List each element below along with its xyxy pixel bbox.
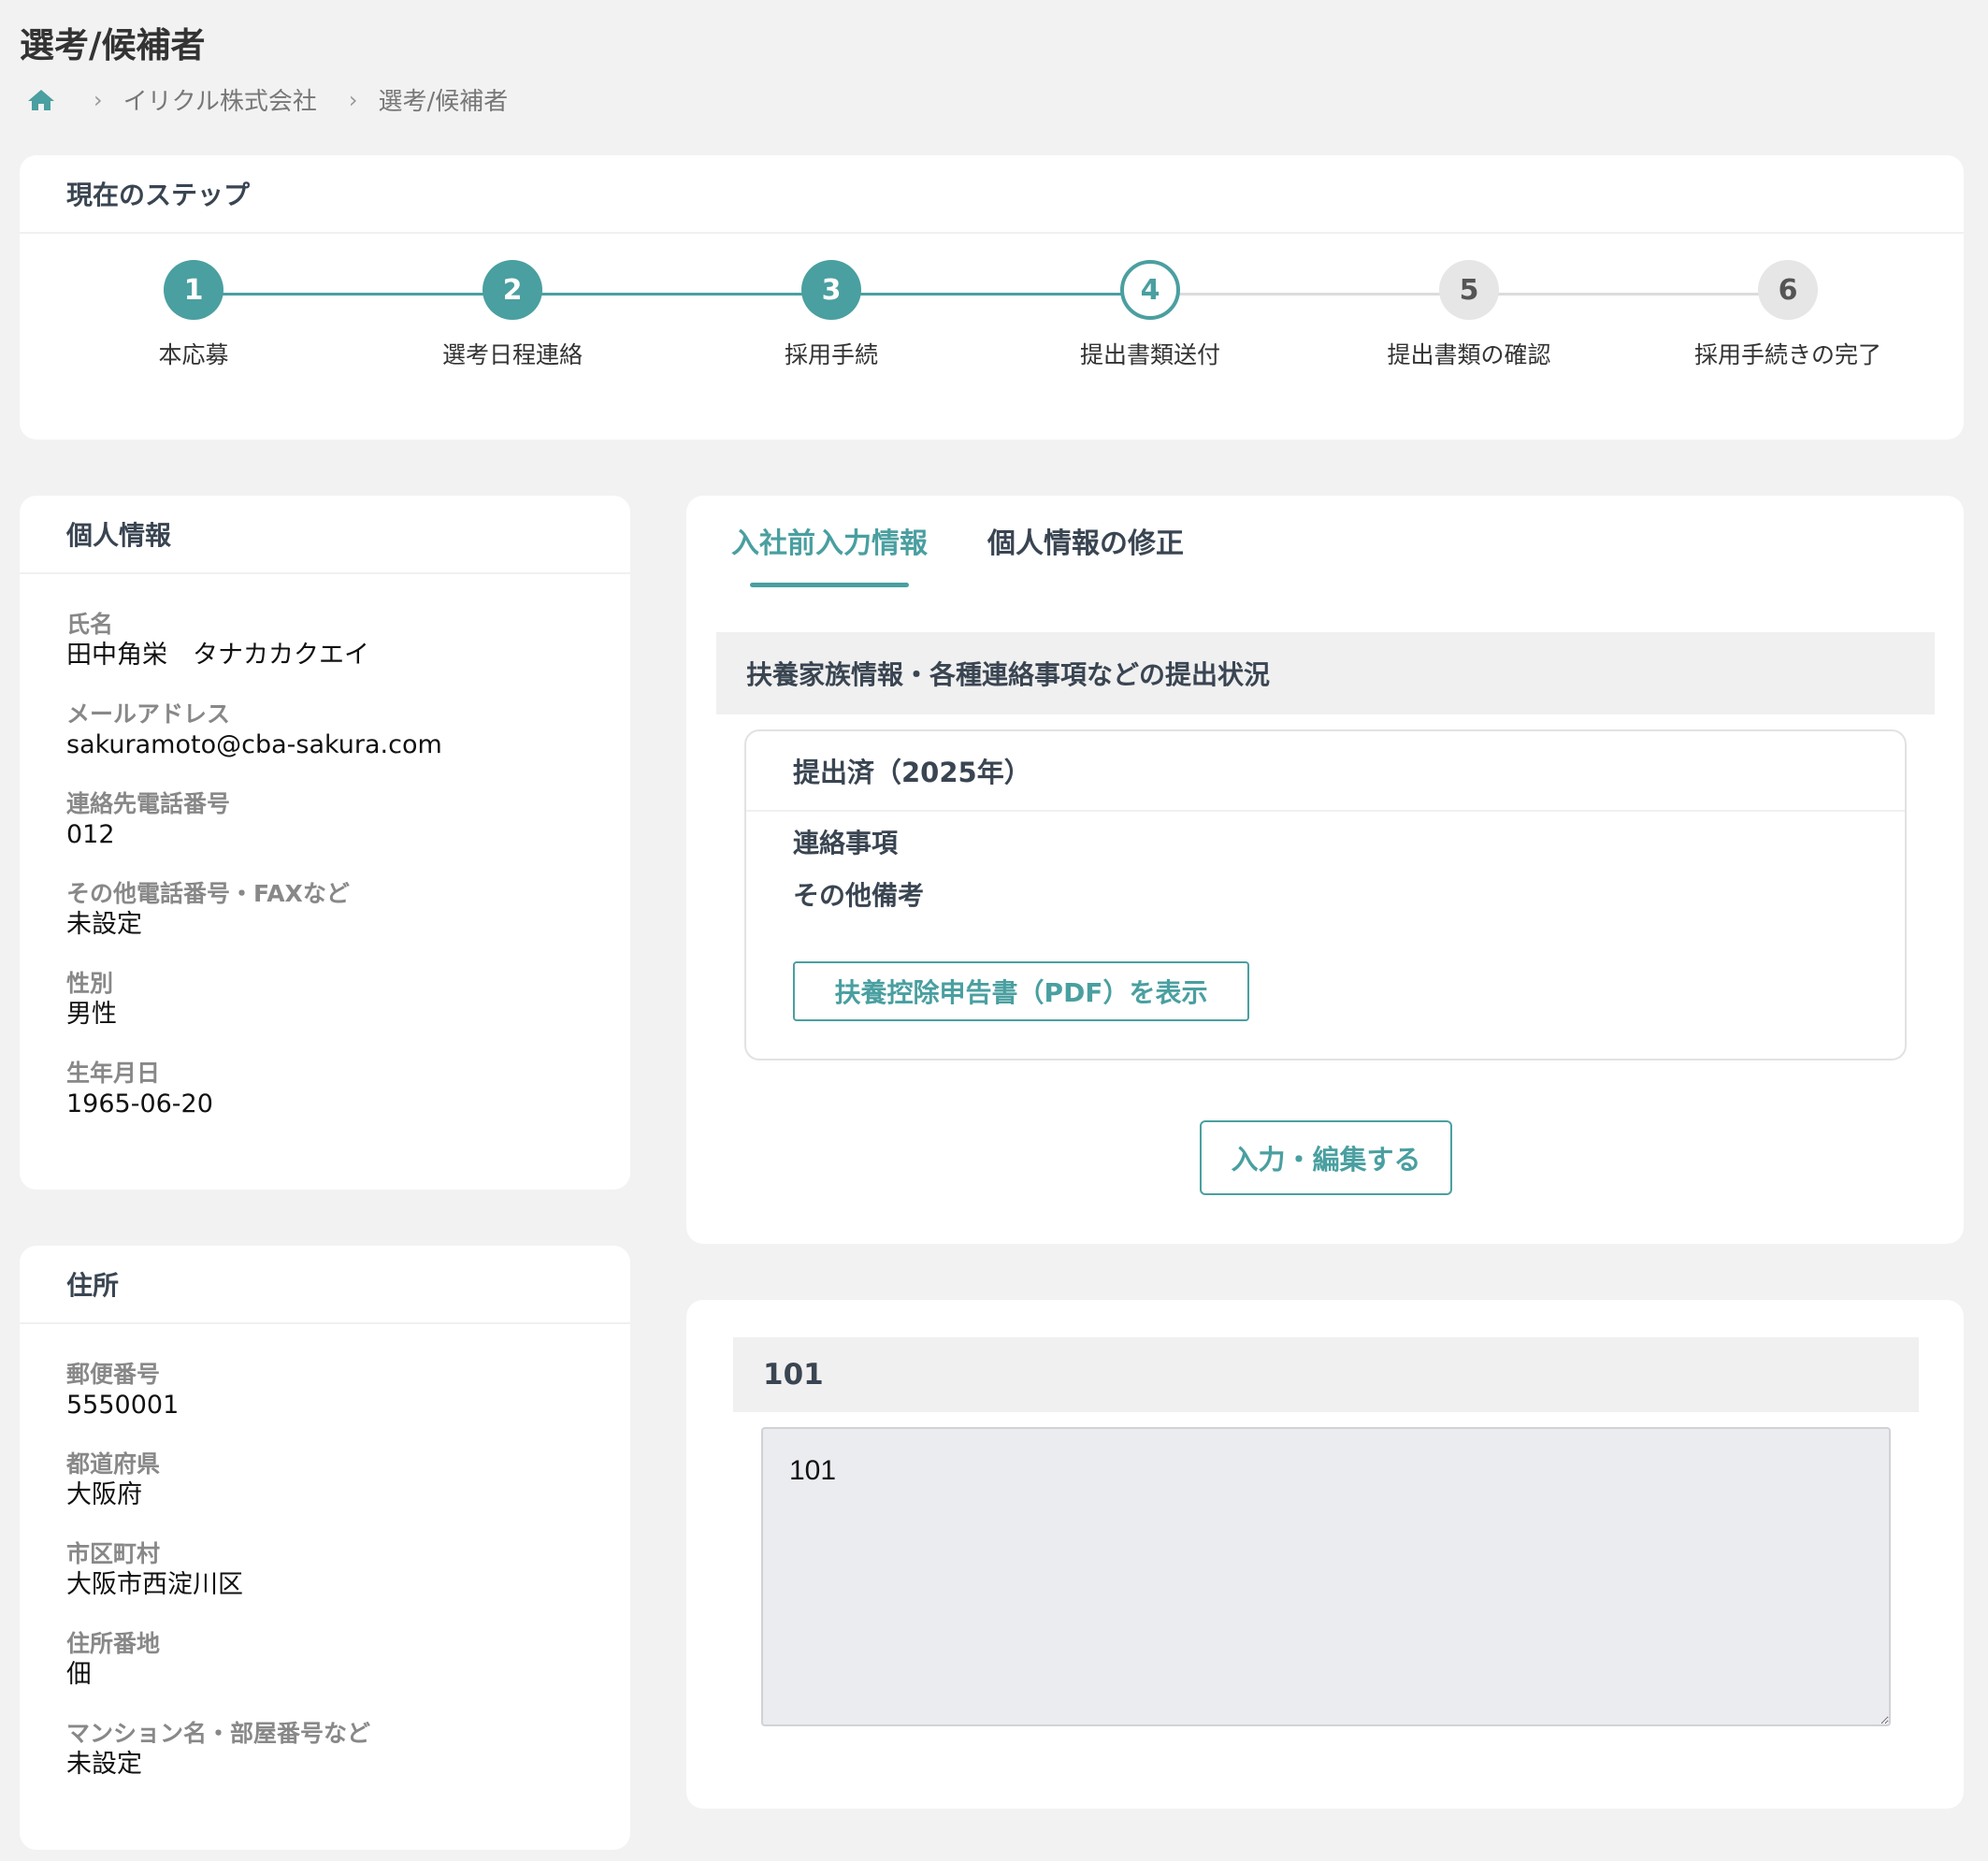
tab-bar: 入社前入力情報 個人情報の修正: [731, 496, 1184, 589]
step-2: 2 選考日程連絡: [372, 260, 653, 370]
breadcrumb-item-company[interactable]: イリクル株式会社: [123, 82, 317, 117]
breadcrumb-item-current: 選考/候補者: [378, 88, 509, 116]
field-label: 市区町村: [66, 1540, 161, 1567]
info-field: 生年月日 1965-06-20: [20, 1059, 630, 1120]
view-pdf-button[interactable]: 扶養控除申告書（PDF）を表示: [793, 961, 1249, 1021]
info-field: マンション名・部屋番号など 未設定: [20, 1719, 630, 1781]
step-3: 3 採用手続: [691, 260, 972, 370]
submission-section-title: 扶養家族情報・各種連絡事項などの提出状況: [716, 632, 1935, 714]
field-value: sakuramoto@cba-sakura.com: [66, 730, 442, 759]
step-label: 採用手続きの完了: [1693, 341, 1881, 368]
step-5: 5 提出書類の確認: [1329, 260, 1609, 370]
field-value: 012: [66, 820, 115, 849]
field-label: メールアドレス: [66, 700, 231, 728]
submission-item-contact: 連絡事項: [793, 828, 899, 858]
field-value: 1965-06-20: [66, 1089, 213, 1118]
field-value: 男性: [66, 1000, 117, 1029]
address-title: 住所: [20, 1246, 630, 1324]
field-label: 連絡先電話番号: [66, 790, 231, 817]
field-label: 住所番地: [66, 1630, 161, 1657]
info-field: 郵便番号 5550001: [20, 1360, 630, 1421]
memo-textarea[interactable]: 101: [761, 1427, 1891, 1726]
tab-pre-entry-info[interactable]: 入社前入力情報: [731, 496, 928, 589]
info-field: 住所番地佃: [20, 1629, 630, 1691]
address-card: 住所 郵便番号 5550001 都道府県 大阪府市区町村大阪市西淀川区 住所番地佃マンシ…: [20, 1246, 630, 1850]
step-label: 採用手続: [784, 341, 878, 368]
step-4: 4 提出書類送付: [1010, 260, 1290, 370]
current-step-card: 現在のステップ 1 本応募 2 選考日程連絡 3 採用手続 4 提出書類送付 5 提出書類の確認 6…: [20, 155, 1964, 440]
field-value: 佃: [66, 1660, 92, 1689]
submission-box: 提出済（2025年） 連絡事項 その他備考 扶養控除申告書（PDF）を表示: [744, 729, 1907, 1060]
field-value: 田中角栄 タナカカクエイ: [66, 641, 369, 670]
info-field: メールアドレス sakuramoto@cba-sakura.com: [20, 700, 630, 761]
memo-title: 101: [733, 1337, 1919, 1412]
home-icon[interactable]: [26, 85, 56, 115]
info-field: 性別 男性: [20, 969, 630, 1031]
step-label: 提出書類の確認: [1387, 341, 1551, 368]
field-value: 5550001: [66, 1391, 180, 1420]
personal-info-title: 個人情報: [20, 496, 630, 574]
field-label: 氏名: [66, 611, 114, 638]
field-label: 都道府県: [66, 1450, 161, 1478]
info-field: 氏名田中角栄 タナカカクエイ: [20, 610, 630, 671]
stepper: 1 本応募 2 選考日程連絡 3 採用手続 4 提出書類送付 5 提出書類の確認 6 採用手続きの完了: [20, 155, 1964, 368]
field-value: 大阪市西淀川区: [66, 1570, 243, 1599]
breadcrumb-separator: ›: [348, 86, 358, 113]
step-number: 6: [1758, 260, 1818, 320]
step-6: 6 採用手続きの完了: [1648, 260, 1928, 370]
field-label: マンション名・部屋番号など: [66, 1720, 371, 1747]
personal-info-card: 個人情報 氏名 田中角栄 タナカカクエイ メールアドレス sakuramoto@cba…: [20, 496, 630, 1190]
field-value: 大阪府: [66, 1480, 142, 1509]
field-value: 未設定: [66, 1750, 142, 1779]
page-title: 選考/候補者: [20, 25, 206, 65]
breadcrumb: › イリクル株式会社 › 選考/候補者: [26, 82, 508, 117]
step-number: 4: [1120, 260, 1180, 320]
field-label: 生年月日: [66, 1060, 161, 1087]
info-field: 連絡先電話番号 012: [20, 789, 630, 851]
pre-entry-card: 入社前入力情報 個人情報の修正 扶養家族情報・各種連絡事項などの提出状況 提出済…: [686, 496, 1964, 1244]
info-field: 市区町村大阪市西淀川区: [20, 1539, 630, 1601]
step-label: 本応募: [158, 341, 229, 368]
memo-card: 101 101: [686, 1300, 1964, 1809]
field-label: 性別: [66, 970, 114, 997]
breadcrumb-separator: ›: [94, 86, 103, 113]
step-label: 提出書類送付: [1079, 341, 1220, 368]
field-label: 郵便番号: [66, 1361, 161, 1388]
step-number: 3: [801, 260, 861, 320]
step-number: 1: [164, 260, 223, 320]
submission-status: 提出済（2025年）: [746, 731, 1905, 812]
edit-button[interactable]: 入力・編集する: [1200, 1120, 1452, 1195]
step-number: 2: [483, 260, 542, 320]
tab-edit-personal-info[interactable]: 個人情報の修正: [987, 496, 1184, 589]
field-label: その他電話番号・FAXなど: [66, 880, 350, 907]
info-field: その他電話番号・FAXなど 未設定: [20, 879, 630, 941]
submission-item-remarks: その他備考: [793, 880, 925, 911]
step-number: 5: [1439, 260, 1499, 320]
field-value: 未設定: [66, 910, 142, 939]
step-1: 1 本応募: [53, 260, 334, 370]
step-label: 選考日程連絡: [441, 341, 583, 368]
info-field: 都道府県 大阪府: [20, 1450, 630, 1511]
